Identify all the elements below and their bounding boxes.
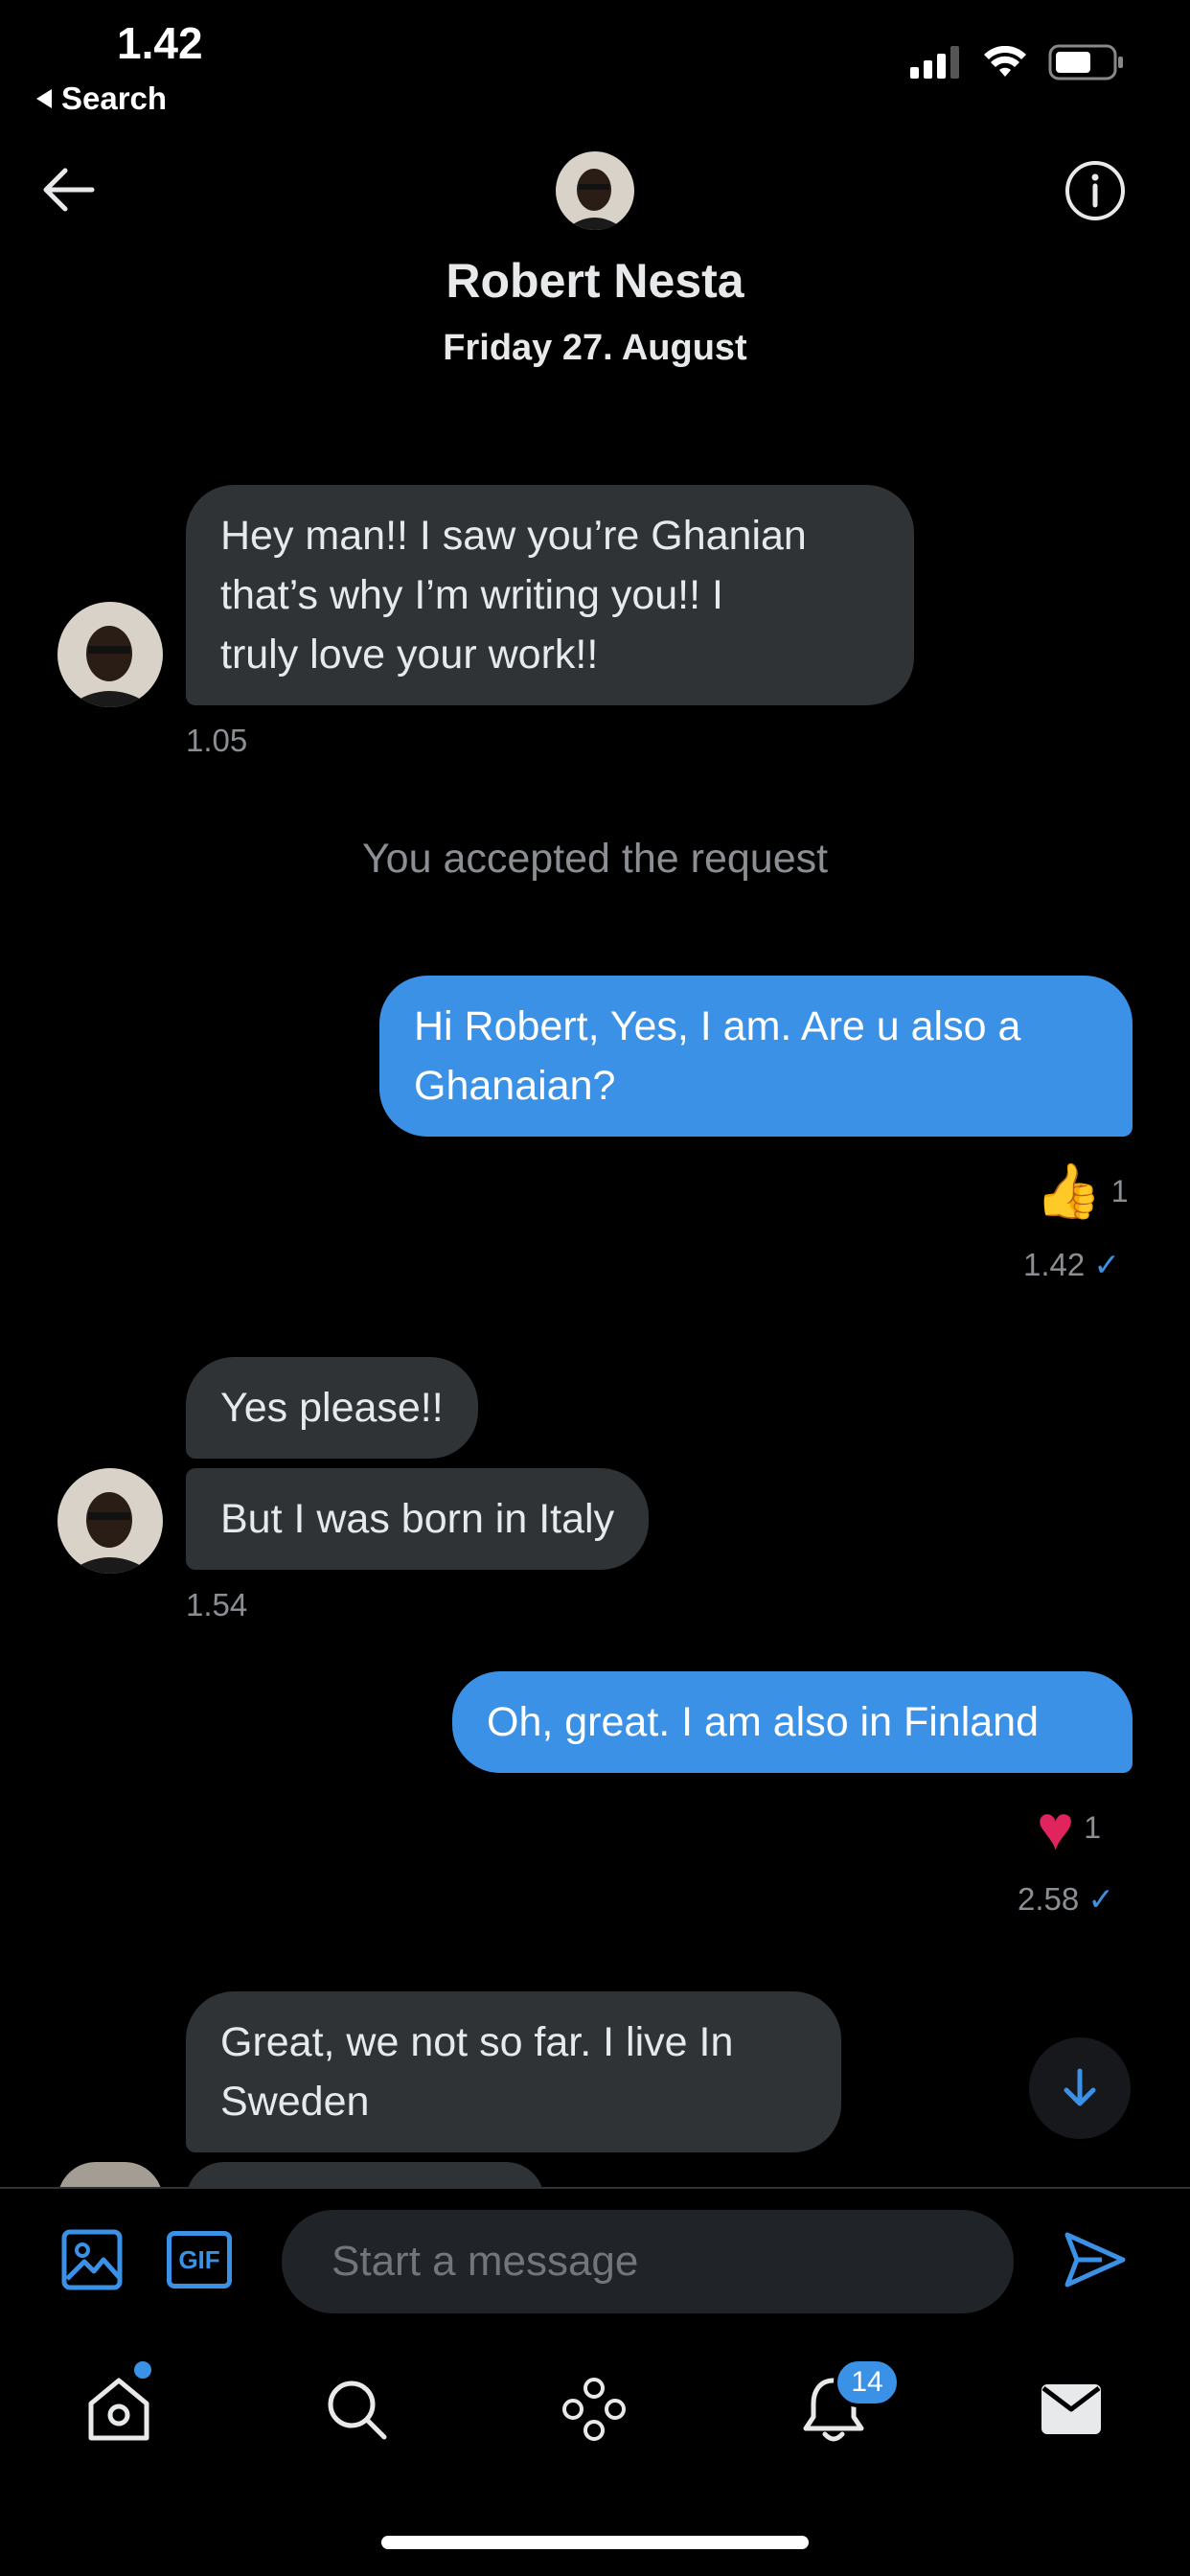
- nav-search[interactable]: [322, 2375, 391, 2444]
- read-check-icon: ✓: [1087, 1881, 1115, 1917]
- status-time: 1.42: [117, 18, 203, 68]
- message-line: Sweden: [220, 2079, 370, 2125]
- message-line: Ghanaian?: [414, 1063, 616, 1109]
- message-line: Hi Robert, Yes, I am. Are u also a: [414, 1003, 1021, 1049]
- timestamp-text: 1.42: [1023, 1247, 1086, 1282]
- timestamp-text: 2.58: [1018, 1881, 1080, 1917]
- incoming-message[interactable]: Hey man!! I saw you’re Ghanian that’s wh…: [186, 485, 914, 705]
- back-triangle-icon: [36, 89, 52, 108]
- home-indicator[interactable]: [381, 2536, 809, 2549]
- battery-icon: [1048, 44, 1123, 80]
- reaction-count: 1: [1110, 1173, 1129, 1208]
- wifi-icon: [984, 46, 1026, 77]
- incoming-message[interactable]: Great, we not so far. I live In Sweden: [186, 1991, 841, 2152]
- search-icon: [328, 2380, 387, 2440]
- back-to-search-label: Search: [61, 80, 168, 116]
- message-line: that’s why I’m writing you!! I: [220, 572, 723, 618]
- arrow-down-icon: [1064, 2068, 1096, 2106]
- message-line: Oh, great. I am also in Finland: [487, 1699, 1040, 1745]
- composer-divider: [0, 2187, 1190, 2189]
- back-arrow-icon[interactable]: [38, 163, 100, 217]
- header-avatar[interactable]: [556, 151, 634, 230]
- message-line: Great, we not so far. I live In: [220, 2019, 734, 2065]
- incoming-message[interactable]: Yes please!!: [186, 1357, 478, 1459]
- message-timestamp: 1.54: [186, 1587, 248, 1622]
- heart-icon: ♥: [1037, 1792, 1075, 1863]
- message-line: Hey man!! I saw you’re Ghanian: [220, 513, 807, 559]
- cellular-signal-icon: [910, 46, 959, 79]
- reaction-count: 1: [1084, 1809, 1101, 1845]
- nav-home[interactable]: [84, 2375, 153, 2444]
- message-reaction[interactable]: ♥ 1: [1037, 1796, 1101, 1859]
- message-line: truly love your work!!: [220, 632, 599, 678]
- read-check-icon: ✓: [1093, 1247, 1121, 1282]
- message-timestamp: 1.05: [186, 723, 248, 758]
- back-to-search-link[interactable]: Search: [36, 80, 167, 117]
- notifications-badge: 14: [834, 2358, 901, 2407]
- incoming-message[interactable]: But I was born in Italy: [186, 1468, 650, 1570]
- message-line: But I was born in Italy: [220, 1496, 615, 1542]
- info-icon[interactable]: [1064, 159, 1127, 222]
- message-timestamp: 2.58 ✓: [1018, 1880, 1114, 1918]
- outgoing-message[interactable]: Hi Robert, Yes, I am. Are u also a Ghana…: [379, 976, 1133, 1137]
- request-accepted-note: You accepted the request: [361, 836, 829, 882]
- home-notification-dot: [134, 2361, 151, 2379]
- nav-spaces[interactable]: [560, 2375, 629, 2444]
- sender-avatar[interactable]: [57, 602, 163, 707]
- spaces-icon: [562, 2378, 626, 2441]
- nav-messages[interactable]: [1037, 2375, 1106, 2444]
- conversation-date: Friday 27. August: [443, 328, 747, 368]
- outgoing-message[interactable]: Oh, great. I am also in Finland: [452, 1671, 1133, 1773]
- gif-button[interactable]: GIF: [167, 2231, 232, 2288]
- sender-avatar[interactable]: [57, 1468, 163, 1574]
- thumbs-up-icon: 👍: [1035, 1161, 1102, 1221]
- message-input[interactable]: [282, 2210, 1014, 2313]
- status-icons: [910, 44, 1125, 80]
- message-line: Yes please!!: [220, 1385, 444, 1431]
- messages-icon: [1041, 2384, 1101, 2434]
- message-reaction[interactable]: 👍 1: [1035, 1160, 1129, 1223]
- conversation-name[interactable]: Robert Nesta: [0, 253, 1190, 309]
- image-icon[interactable]: [61, 2229, 123, 2290]
- send-icon[interactable]: [1064, 2229, 1127, 2290]
- scroll-to-bottom-button[interactable]: [1029, 2037, 1131, 2139]
- message-timestamp: 1.42 ✓: [1023, 1246, 1120, 1283]
- home-icon: [88, 2378, 149, 2441]
